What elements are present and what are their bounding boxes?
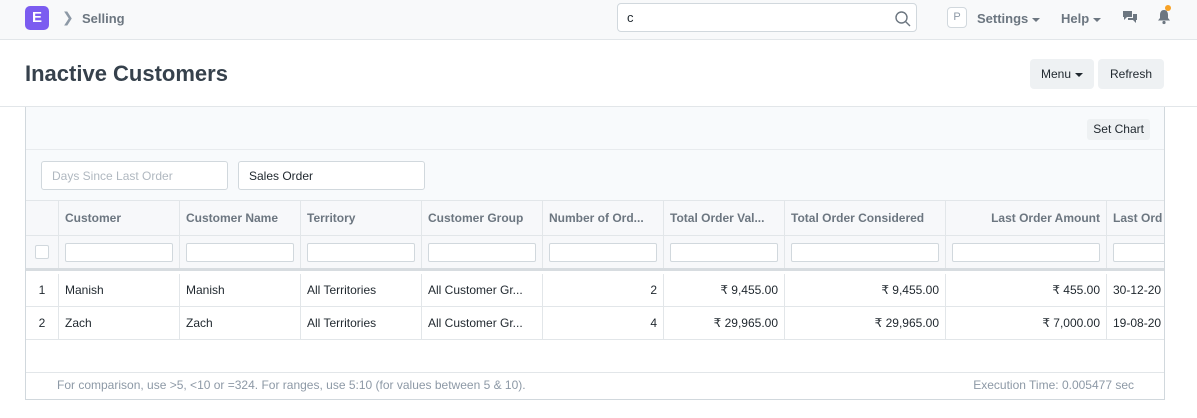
set-chart-button[interactable]: Set Chart bbox=[1087, 119, 1150, 140]
user-avatar[interactable]: P bbox=[947, 7, 967, 28]
column-filter-cell bbox=[664, 236, 785, 268]
help-dropdown[interactable]: Help bbox=[1061, 11, 1102, 26]
column-header[interactable]: Last Ord bbox=[1107, 201, 1164, 235]
doctype-filter[interactable] bbox=[238, 161, 425, 190]
settings-label: Settings bbox=[977, 11, 1029, 26]
column-header[interactable]: Customer Group bbox=[422, 201, 543, 235]
customer-name-cell[interactable]: Zach bbox=[180, 307, 301, 339]
settings-dropdown[interactable]: Settings bbox=[977, 11, 1041, 26]
select-all-cell bbox=[26, 236, 59, 268]
column-filter-cell bbox=[180, 236, 301, 268]
customer-group-cell[interactable]: All Customer Gr... bbox=[422, 274, 543, 306]
help-label: Help bbox=[1061, 11, 1090, 26]
app-logo[interactable]: E bbox=[25, 6, 49, 30]
days-since-last-order-filter[interactable] bbox=[41, 161, 228, 190]
search-input[interactable] bbox=[627, 10, 877, 25]
total-order-considered-cell[interactable]: ₹ 29,965.00 bbox=[785, 307, 946, 339]
customer-cell[interactable]: Zach bbox=[59, 307, 180, 339]
column-filter-cell bbox=[422, 236, 543, 268]
column-filter-cell bbox=[1107, 236, 1164, 268]
column-header[interactable]: Number of Ord... bbox=[543, 201, 664, 235]
page-title: Inactive Customers bbox=[25, 61, 228, 86]
column-header[interactable]: Total Order Considered bbox=[785, 201, 946, 235]
total-order-value-cell[interactable]: ₹ 9,455.00 bbox=[664, 274, 785, 306]
last-order-date-cell[interactable]: 19-08-20 bbox=[1107, 307, 1164, 339]
chat-icon[interactable] bbox=[1122, 10, 1138, 25]
menu-label: Menu bbox=[1040, 67, 1072, 81]
column-filter-input[interactable] bbox=[428, 242, 536, 262]
total-order-considered-cell[interactable]: ₹ 9,455.00 bbox=[785, 274, 946, 306]
row-index-header bbox=[26, 201, 59, 235]
row-index: 2 bbox=[26, 307, 59, 339]
table-row[interactable]: 2 Zach Zach All Territories All Customer… bbox=[26, 307, 1164, 340]
column-header[interactable]: Last Order Amount bbox=[946, 201, 1107, 235]
customer-cell[interactable]: Manish bbox=[59, 274, 180, 306]
filter-area bbox=[26, 150, 1164, 200]
filter-hint: For comparison, use >5, <10 or =324. For… bbox=[57, 378, 526, 392]
bell-icon[interactable] bbox=[1157, 9, 1171, 25]
column-filter-input[interactable] bbox=[307, 242, 415, 262]
caret-down-icon bbox=[1075, 72, 1084, 77]
territory-cell[interactable]: All Territories bbox=[301, 274, 422, 306]
column-filter-input[interactable] bbox=[1113, 242, 1164, 262]
column-header[interactable]: Customer Name bbox=[180, 201, 301, 235]
last-order-date-cell[interactable]: 30-12-20 bbox=[1107, 274, 1164, 306]
column-filter-input[interactable] bbox=[952, 242, 1100, 262]
chart-area: Set Chart bbox=[26, 107, 1164, 150]
navbar: E ❯ Selling P Settings Help bbox=[0, 0, 1197, 40]
column-filter-cell bbox=[59, 236, 180, 268]
search-box[interactable] bbox=[617, 3, 917, 32]
caret-down-icon bbox=[1093, 17, 1102, 22]
report-card: Set Chart Customer Customer Name Territo… bbox=[25, 107, 1165, 400]
last-order-amount-cell[interactable]: ₹ 455.00 bbox=[946, 274, 1107, 306]
notification-dot bbox=[1165, 5, 1171, 11]
last-order-amount-cell[interactable]: ₹ 7,000.00 bbox=[946, 307, 1107, 339]
footer-divider bbox=[26, 372, 1164, 373]
column-header[interactable]: Total Order Val... bbox=[664, 201, 785, 235]
search-icon[interactable] bbox=[894, 10, 912, 28]
customer-group-cell[interactable]: All Customer Gr... bbox=[422, 307, 543, 339]
column-header[interactable]: Customer bbox=[59, 201, 180, 235]
chevron-right-icon: ❯ bbox=[62, 9, 74, 25]
breadcrumb-selling[interactable]: Selling bbox=[82, 11, 125, 26]
execution-time: Execution Time: 0.005477 sec bbox=[973, 378, 1134, 392]
refresh-button[interactable]: Refresh bbox=[1098, 59, 1164, 89]
number-of-orders-cell[interactable]: 2 bbox=[543, 274, 664, 306]
column-filter-cell bbox=[946, 236, 1107, 268]
column-header[interactable]: Territory bbox=[301, 201, 422, 235]
caret-down-icon bbox=[1032, 17, 1041, 22]
number-of-orders-cell[interactable]: 4 bbox=[543, 307, 664, 339]
customer-name-cell[interactable]: Manish bbox=[180, 274, 301, 306]
column-filter-cell bbox=[543, 236, 664, 268]
grid-header: Customer Customer Name Territory Custome… bbox=[26, 200, 1164, 236]
column-filter-input[interactable] bbox=[791, 242, 939, 262]
column-filter-input[interactable] bbox=[186, 242, 294, 262]
row-index: 1 bbox=[26, 274, 59, 306]
column-filter-input[interactable] bbox=[65, 242, 173, 262]
table-row[interactable]: 1 Manish Manish All Territories All Cust… bbox=[26, 274, 1164, 307]
column-filter-input[interactable] bbox=[549, 242, 657, 262]
select-all-checkbox[interactable] bbox=[35, 245, 49, 259]
column-filter-cell bbox=[301, 236, 422, 268]
grid-filter-row bbox=[26, 236, 1164, 271]
column-filter-input[interactable] bbox=[670, 242, 778, 262]
territory-cell[interactable]: All Territories bbox=[301, 307, 422, 339]
column-filter-cell bbox=[785, 236, 946, 268]
menu-button[interactable]: Menu bbox=[1030, 59, 1094, 89]
total-order-value-cell[interactable]: ₹ 29,965.00 bbox=[664, 307, 785, 339]
